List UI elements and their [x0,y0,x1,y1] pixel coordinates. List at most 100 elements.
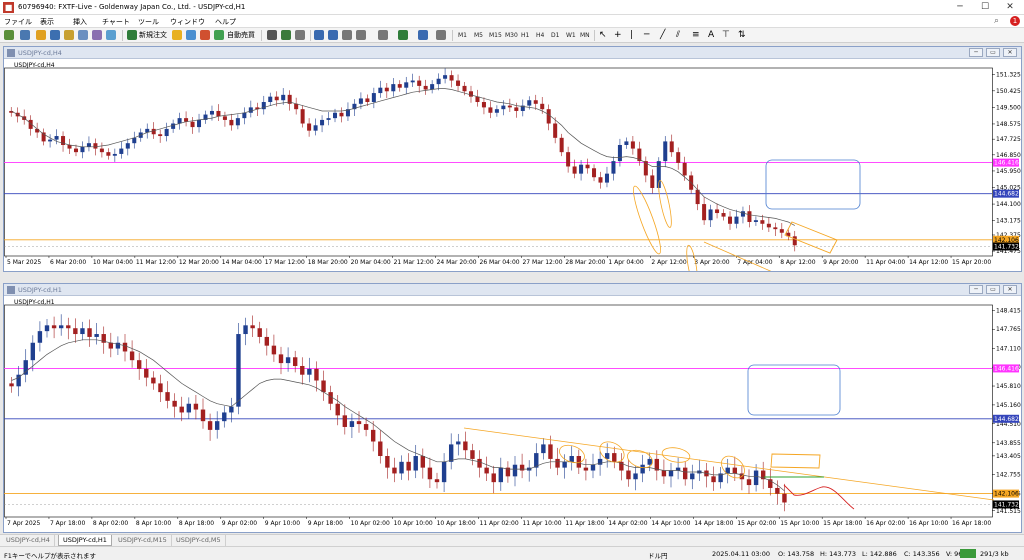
current-price: 141.732 [994,243,1019,250]
profiles-icon[interactable] [20,30,30,40]
candle-body [186,403,192,413]
autoscroll-icon[interactable] [378,30,388,40]
candle-body [281,94,286,101]
candle-body [9,383,14,387]
new-order-button[interactable]: 新規注文 [139,30,167,41]
tab-usdjpy-m5[interactable]: USDJPY-cd,M5 [172,535,226,546]
chart-minimize-button[interactable]: ─ [969,285,983,294]
timeframe-w1[interactable]: W1 [566,30,576,41]
price-tick-label: 145.160 [996,402,1021,409]
indicators-icon[interactable] [398,30,408,40]
plot-frame [4,67,993,257]
zoom-out-icon[interactable] [328,30,338,40]
bar-chart-icon[interactable] [267,30,277,40]
timeframe-m5[interactable]: M5 [474,30,483,41]
line-chart-icon[interactable] [295,30,305,40]
candle-body [491,473,496,483]
text-icon[interactable]: A [708,30,714,41]
candle-body [335,403,340,416]
close-button[interactable]: ✕ [1000,1,1020,13]
market-watch-icon[interactable] [36,30,46,40]
chart-maximize-button[interactable]: ▭ [986,48,1000,57]
menu-insert[interactable]: 挿入 [73,17,87,27]
candle-body [158,383,163,393]
timeframe-h1[interactable]: H1 [521,30,529,41]
fibonacci-icon[interactable]: ≡ [692,30,700,41]
candle-body [313,125,318,131]
chart-window-h1[interactable]: USDJPY-cd,H1 ─ ▭ ✕ USDJPY-cd,H1 148.415 14… [3,283,1022,533]
timeframe-m1[interactable]: M1 [458,30,467,41]
timeframe-d1[interactable]: D1 [551,30,559,41]
candle-body [663,141,668,162]
maximize-button[interactable]: ☐ [975,1,995,13]
timeframe-h4[interactable]: H4 [536,30,544,41]
periods-icon[interactable] [418,30,428,40]
cursor-icon[interactable]: ↖ [599,30,607,41]
candle-body [165,392,170,401]
time-tick-label: 27 Mar 12:00 [522,259,562,266]
terminal-icon[interactable] [78,30,88,40]
menu-view[interactable]: 表示 [40,17,54,27]
zoom-in-icon[interactable] [314,30,324,40]
stop-icon[interactable] [200,30,210,40]
auto-trading-icon[interactable] [214,30,224,40]
timeframe-m15[interactable]: M15 [489,30,502,41]
chart-plot-h1[interactable]: USDJPY-cd,H1148.415147.765147.110146.460… [4,297,1021,532]
timeframe-mn[interactable]: MN [580,30,590,41]
lightning-icon[interactable] [172,30,182,40]
chart-shift-icon[interactable] [356,30,366,40]
candle-body [190,121,195,128]
menu-file[interactable]: ファイル [4,17,32,27]
arrows-icon[interactable]: ⇅ [738,30,746,41]
toolbar-separator [122,30,123,41]
chart-minimize-button[interactable]: ─ [969,48,983,57]
chart-close-button[interactable]: ✕ [1003,285,1017,294]
vertical-line-icon[interactable]: | [630,30,633,41]
tab-usdjpy-h4[interactable]: USDJPY-cd,H4 [2,535,55,546]
menu-help[interactable]: ヘルプ [215,17,236,27]
minimize-button[interactable]: ─ [950,1,970,13]
chart-plot-h4[interactable]: USDJPY-cd,H4 151.325 150.425 149.500 148.575… [4,60,1021,271]
tab-usdjpy-h1[interactable]: USDJPY-cd,H1 [58,535,112,546]
candle-body [300,365,305,375]
candle-body [527,100,532,106]
channel-icon[interactable]: ⫽ [676,30,680,41]
new-order-icon[interactable] [127,30,137,40]
candle-body [320,119,325,126]
time-tick-label: 24 Mar 20:00 [437,259,477,266]
forecast-path [783,484,855,510]
trendline-icon[interactable]: ╱ [660,30,665,41]
candle-body [675,467,681,471]
chart-window-h4[interactable]: USDJPY-cd,H4 ─ ▭ ✕ USDJPY-cd,H4 151.325 15… [3,46,1022,272]
horizontal-line-icon[interactable]: ─ [644,30,649,41]
data-window-icon[interactable] [50,30,60,40]
tab-usdjpy-m15[interactable]: USDJPY-cd,M15 [114,535,172,546]
candle-body [488,107,493,113]
target-zone-box [747,364,841,416]
tile-windows-icon[interactable] [342,30,352,40]
menu-window[interactable]: ウィンドウ [170,17,205,27]
label-icon[interactable]: ⊤ [722,30,730,41]
candle-body [519,464,525,471]
candle-body [448,444,454,462]
chart-close-button[interactable]: ✕ [1003,48,1017,57]
chart-maximize-button[interactable]: ▭ [986,285,1000,294]
menu-chart[interactable]: チャート [102,17,130,27]
time-tick-label: 14 Apr 18:00 [694,520,733,527]
search-icon[interactable]: ⌕ [994,16,999,26]
metaeditor-icon[interactable] [106,30,116,40]
notification-icon[interactable]: 1 [1010,16,1020,26]
price-tick-label: 151.325 [996,72,1021,79]
crosshair-icon[interactable]: + [614,30,622,41]
strategy-tester-icon[interactable] [92,30,102,40]
menu-tools[interactable]: ツール [138,17,159,27]
candlestick-icon[interactable] [281,30,291,40]
timeframe-m30[interactable]: M30 [505,30,518,41]
candle-body [371,93,376,103]
candle-body [326,118,331,120]
new-chart-icon[interactable] [4,30,14,40]
sync-icon[interactable] [186,30,196,40]
templates-icon[interactable] [436,30,446,40]
auto-trading-button[interactable]: 自動売買 [227,30,255,41]
navigator-icon[interactable] [64,30,74,40]
